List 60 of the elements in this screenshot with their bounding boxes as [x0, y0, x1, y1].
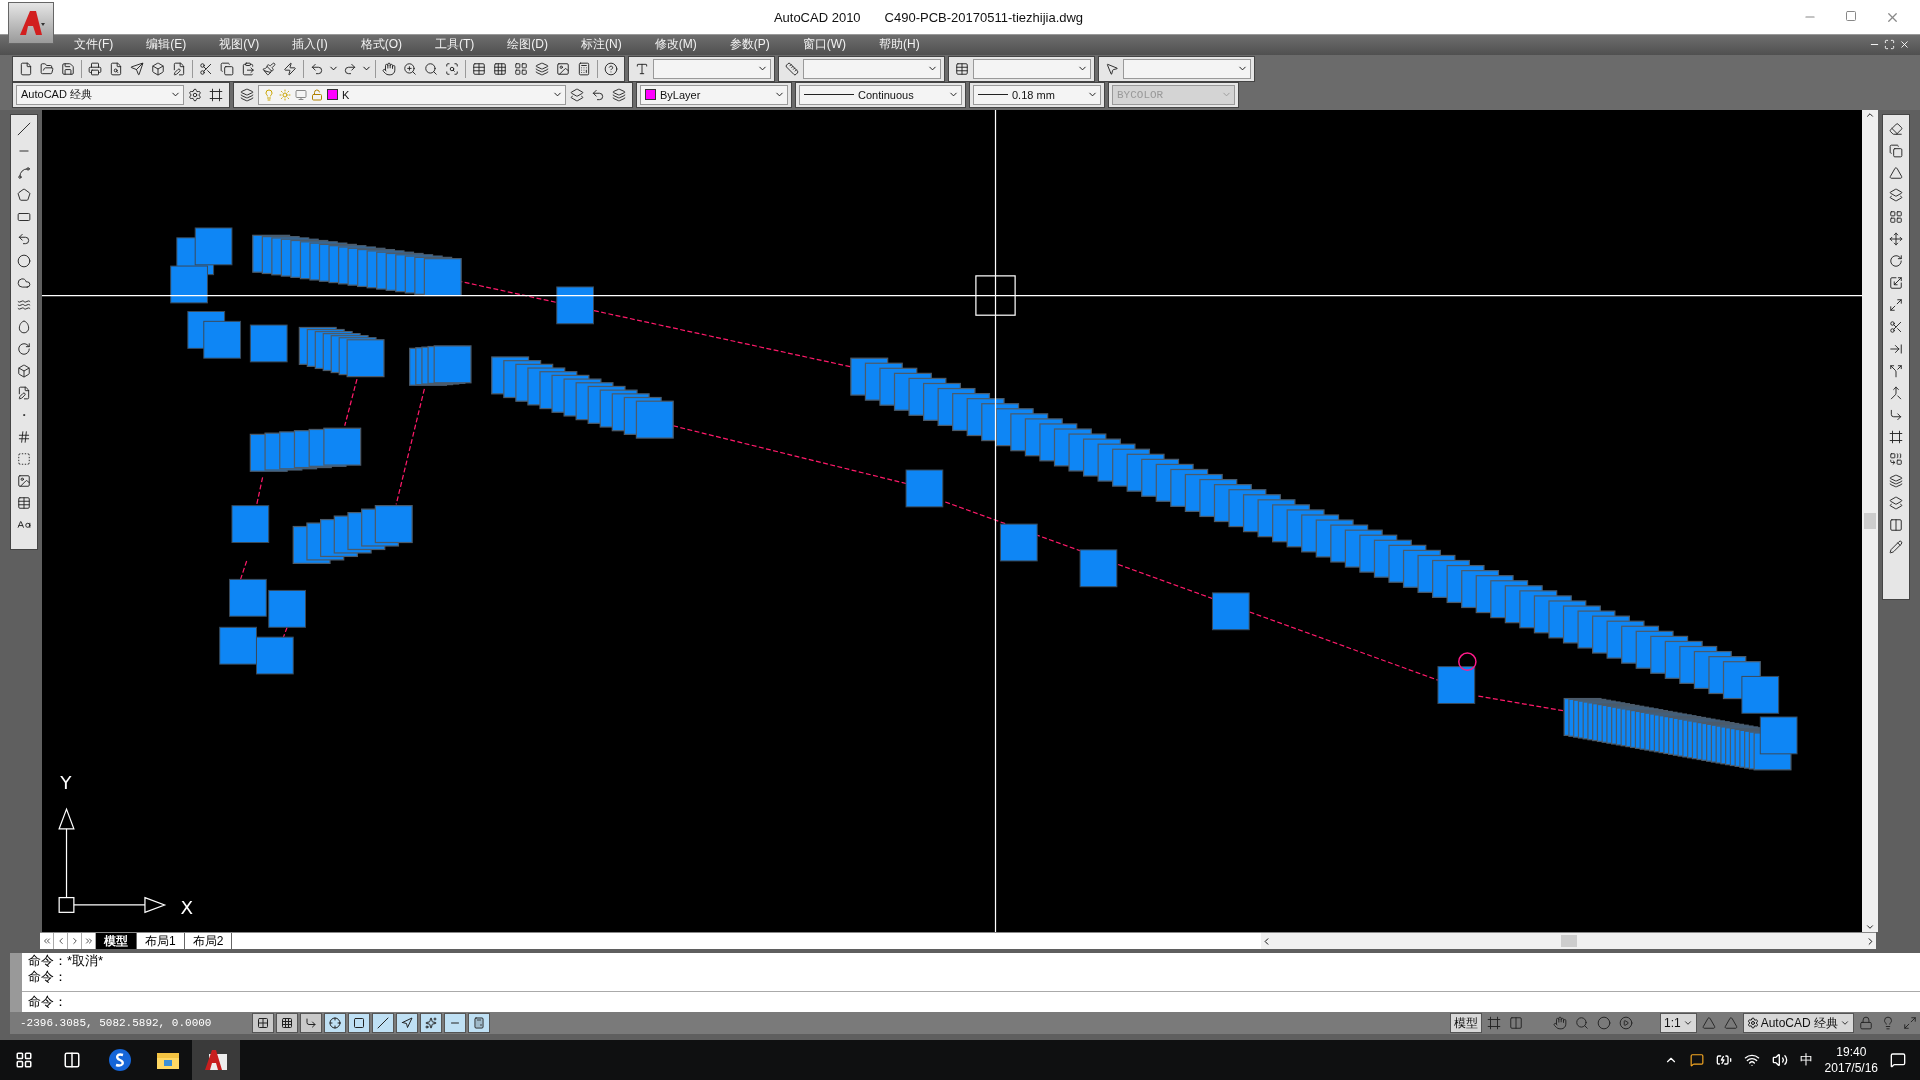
volume-icon[interactable] [1771, 1052, 1788, 1068]
app-menu-button[interactable] [8, 2, 54, 44]
menu-item[interactable]: 标注(N) [571, 36, 632, 54]
menu-item[interactable]: 插入(I) [282, 36, 338, 54]
ortho-toggle[interactable] [300, 1013, 322, 1034]
dim-style-dropdown[interactable] [803, 58, 941, 79]
vertical-scrollbar[interactable] [1862, 110, 1878, 933]
command-input[interactable]: 命令： [22, 992, 1920, 1013]
model-button[interactable]: 模型 [1449, 1013, 1482, 1034]
polar-toggle[interactable] [324, 1013, 346, 1034]
color-dropdown[interactable]: ByLayer [640, 84, 788, 105]
command-history-line: 命令：*取消* [28, 953, 105, 970]
menu-item[interactable]: 参数(P) [719, 36, 780, 54]
clock[interactable]: 19:40 2017/5/16 [1824, 1044, 1878, 1076]
menu-item[interactable]: 工具(T) [425, 36, 485, 54]
drawing-canvas[interactable]: Y X [42, 110, 1862, 933]
menu-item[interactable]: 窗口(W) [792, 36, 856, 54]
autocad-app-icon[interactable] [192, 1040, 240, 1080]
chat-app-icon[interactable] [1689, 1053, 1704, 1067]
menu-item[interactable]: 文件(F) [64, 36, 124, 54]
ucs-x-label: X [180, 896, 194, 918]
coordinates-readout: -2396.3085, 5082.5892, 0.0000 [19, 1017, 213, 1030]
layer-dropdown[interactable]: K [258, 84, 566, 105]
linetype-dropdown[interactable]: Continuous [799, 84, 962, 105]
battery-icon[interactable] [1715, 1052, 1732, 1068]
lock-icon[interactable] [311, 88, 323, 101]
scroll-thumb[interactable] [1864, 513, 1876, 530]
menu-item[interactable]: 视图(V) [209, 36, 270, 54]
lineweight-dropdown[interactable]: 0.18 mm [973, 84, 1101, 105]
horizontal-scrollbar[interactable] [1261, 933, 1876, 950]
workspace-dropdown[interactable]: AutoCAD 经典 [16, 84, 184, 105]
osnap-toggle[interactable] [348, 1013, 370, 1034]
menu-item[interactable]: 修改(M) [644, 36, 707, 54]
notification-icon[interactable] [1890, 1052, 1906, 1068]
snap-toggle[interactable] [252, 1013, 274, 1034]
close-icon[interactable] [1899, 39, 1910, 51]
app-title: AutoCAD 2010 [773, 9, 861, 25]
menu-item[interactable]: 格式(O) [350, 36, 412, 54]
qp-toggle[interactable] [468, 1013, 490, 1034]
command-history-line: 命令： [28, 969, 68, 986]
input-method-indicator[interactable]: 中 [1799, 1051, 1813, 1069]
layout-tab[interactable]: 模型 [96, 933, 137, 950]
ducs-toggle[interactable] [396, 1013, 418, 1034]
menu-item[interactable]: 绘图(D) [497, 36, 558, 54]
menu-item[interactable]: 帮助(H) [869, 36, 930, 54]
file-title: C490-PCB-20170511-tiezhijia.dwg [884, 9, 1084, 25]
ucs-icon [58, 807, 167, 914]
menu-item[interactable]: 编辑(E) [136, 36, 197, 54]
wifi-icon[interactable] [1743, 1052, 1760, 1068]
grid-toggle[interactable] [276, 1013, 298, 1034]
maximize-icon[interactable] [1845, 9, 1857, 22]
lwt-toggle[interactable] [444, 1013, 466, 1034]
gear-icon [1746, 1017, 1759, 1030]
workspace-switch-button[interactable]: AutoCAD 经典 [1742, 1013, 1854, 1034]
ucs-y-label: Y [60, 772, 72, 794]
scroll-thumb[interactable] [1560, 935, 1577, 948]
otrack-toggle[interactable] [372, 1013, 394, 1034]
dyn-toggle[interactable] [420, 1013, 442, 1034]
annotation-scale-button[interactable]: 1:1 [1659, 1013, 1697, 1034]
restore-icon[interactable] [1884, 39, 1895, 51]
